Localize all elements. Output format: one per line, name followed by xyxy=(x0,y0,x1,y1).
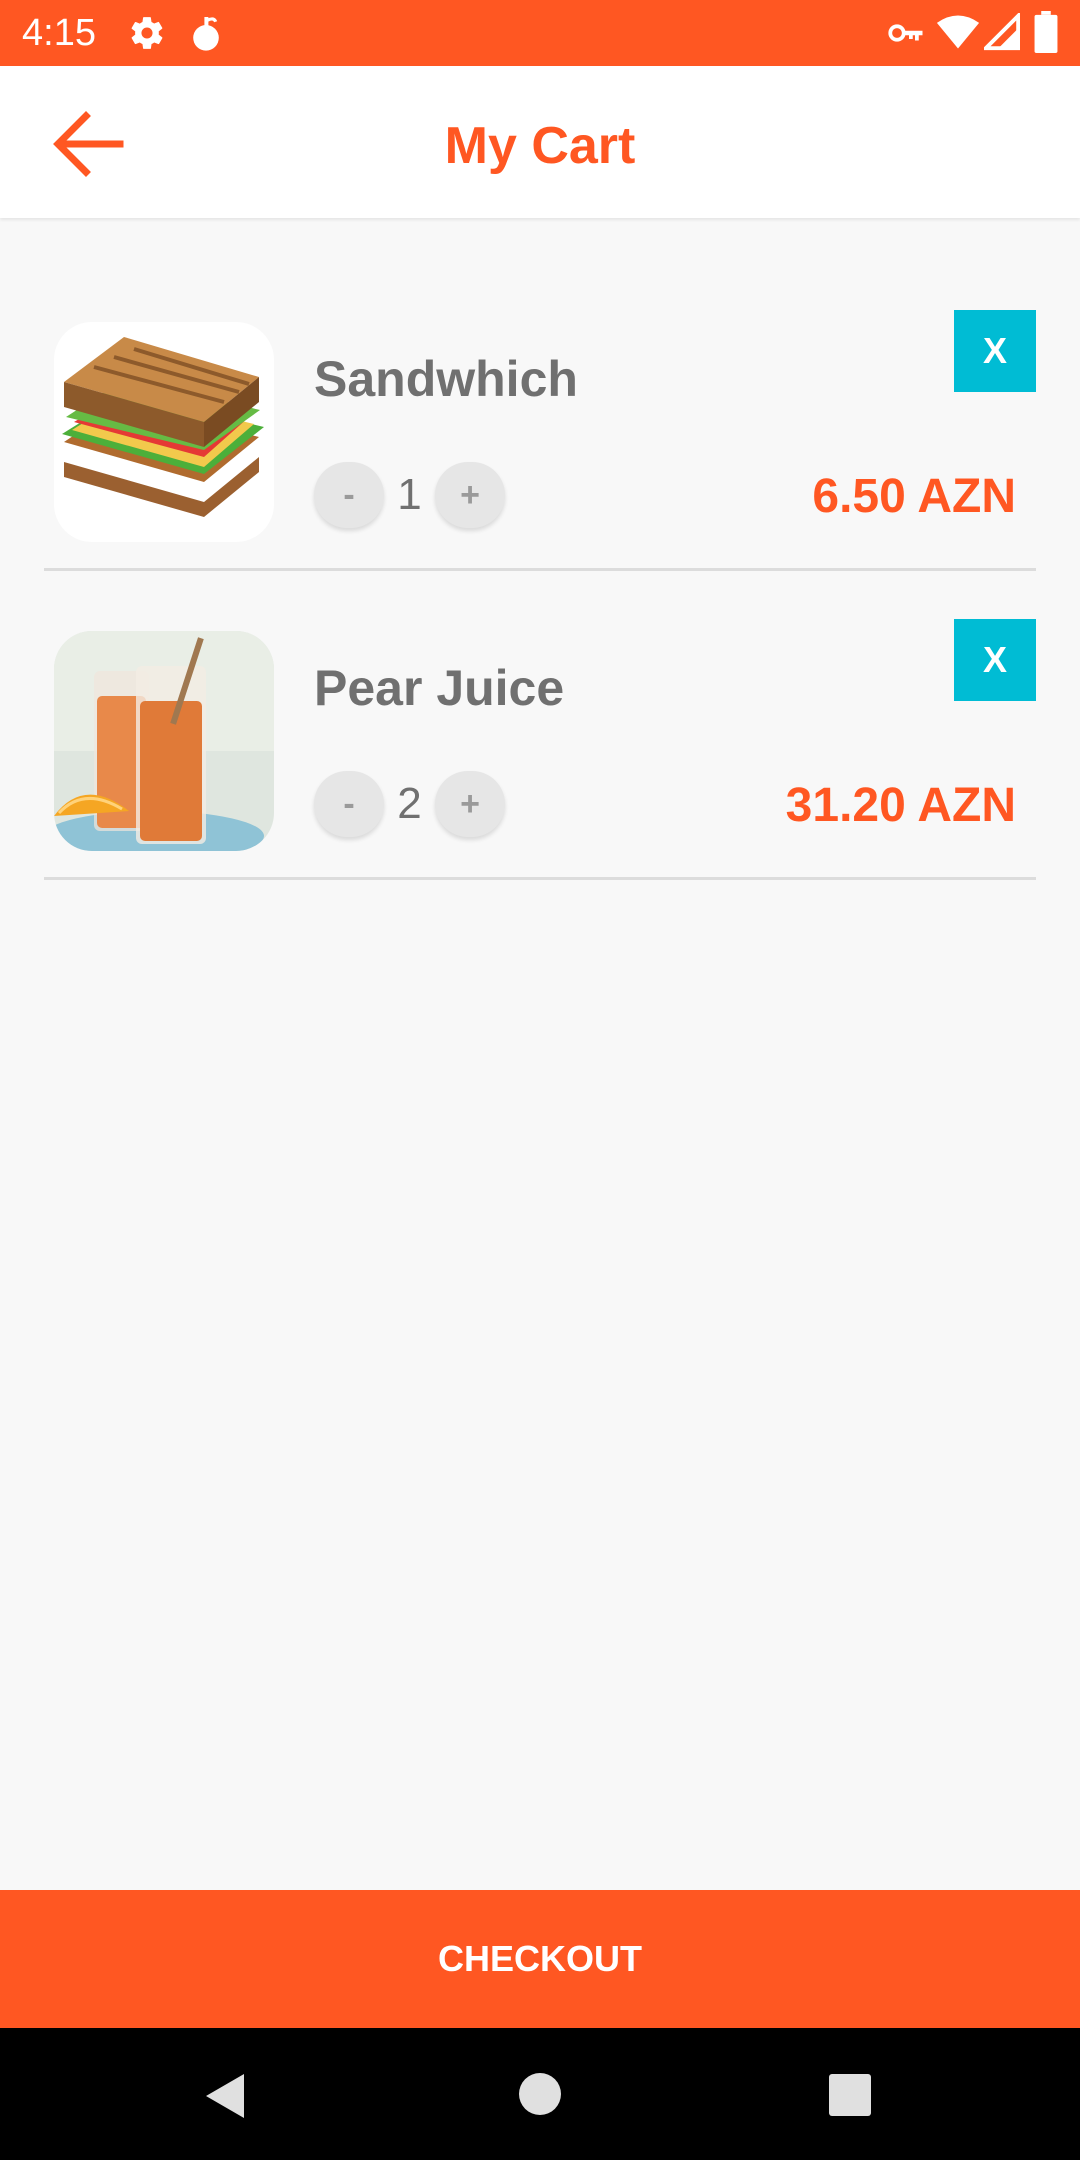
checkout-button[interactable]: CHECKOUT xyxy=(0,1890,1080,2028)
pear-juice-image xyxy=(54,631,274,851)
decrease-quantity-button[interactable]: - xyxy=(314,462,384,528)
increase-quantity-button[interactable]: + xyxy=(435,771,505,837)
notification-icon xyxy=(190,13,222,58)
remove-item-button[interactable]: X xyxy=(954,310,1036,392)
remove-item-button[interactable]: X xyxy=(954,619,1036,701)
signal-icon xyxy=(981,11,1021,56)
item-quantity: 2 xyxy=(397,779,422,828)
arrow-back-icon xyxy=(50,111,126,184)
item-price: 31.20 AZN xyxy=(785,779,1016,832)
item-name: Pear Juice xyxy=(314,660,565,716)
battery-icon xyxy=(1034,11,1058,58)
item-quantity: 1 xyxy=(397,470,422,519)
app-bar: My Cart xyxy=(0,66,1080,218)
back-icon[interactable] xyxy=(200,2070,248,2127)
status-time: 4:15 xyxy=(22,12,96,54)
item-name: Sandwhich xyxy=(314,351,578,407)
increase-quantity-button[interactable]: + xyxy=(435,462,505,528)
settings-icon xyxy=(128,13,166,58)
navigation-bar xyxy=(0,2028,1080,2160)
home-icon[interactable] xyxy=(518,2072,562,2121)
vpn-key-icon xyxy=(888,18,924,53)
page-title: My Cart xyxy=(444,117,636,175)
decrease-quantity-button[interactable]: - xyxy=(314,771,384,837)
recents-icon[interactable] xyxy=(828,2073,872,2122)
wifi-icon xyxy=(936,13,980,56)
sandwich-image xyxy=(54,322,274,542)
cart-item: Pear Juice - 2 + 31.20 AZN X xyxy=(44,619,1036,880)
cart-item: Sandwhich - 1 + 6.50 AZN X xyxy=(44,310,1036,571)
status-bar: 4:15 xyxy=(0,0,1080,66)
item-price: 6.50 AZN xyxy=(812,470,1016,523)
back-button[interactable] xyxy=(50,108,140,180)
